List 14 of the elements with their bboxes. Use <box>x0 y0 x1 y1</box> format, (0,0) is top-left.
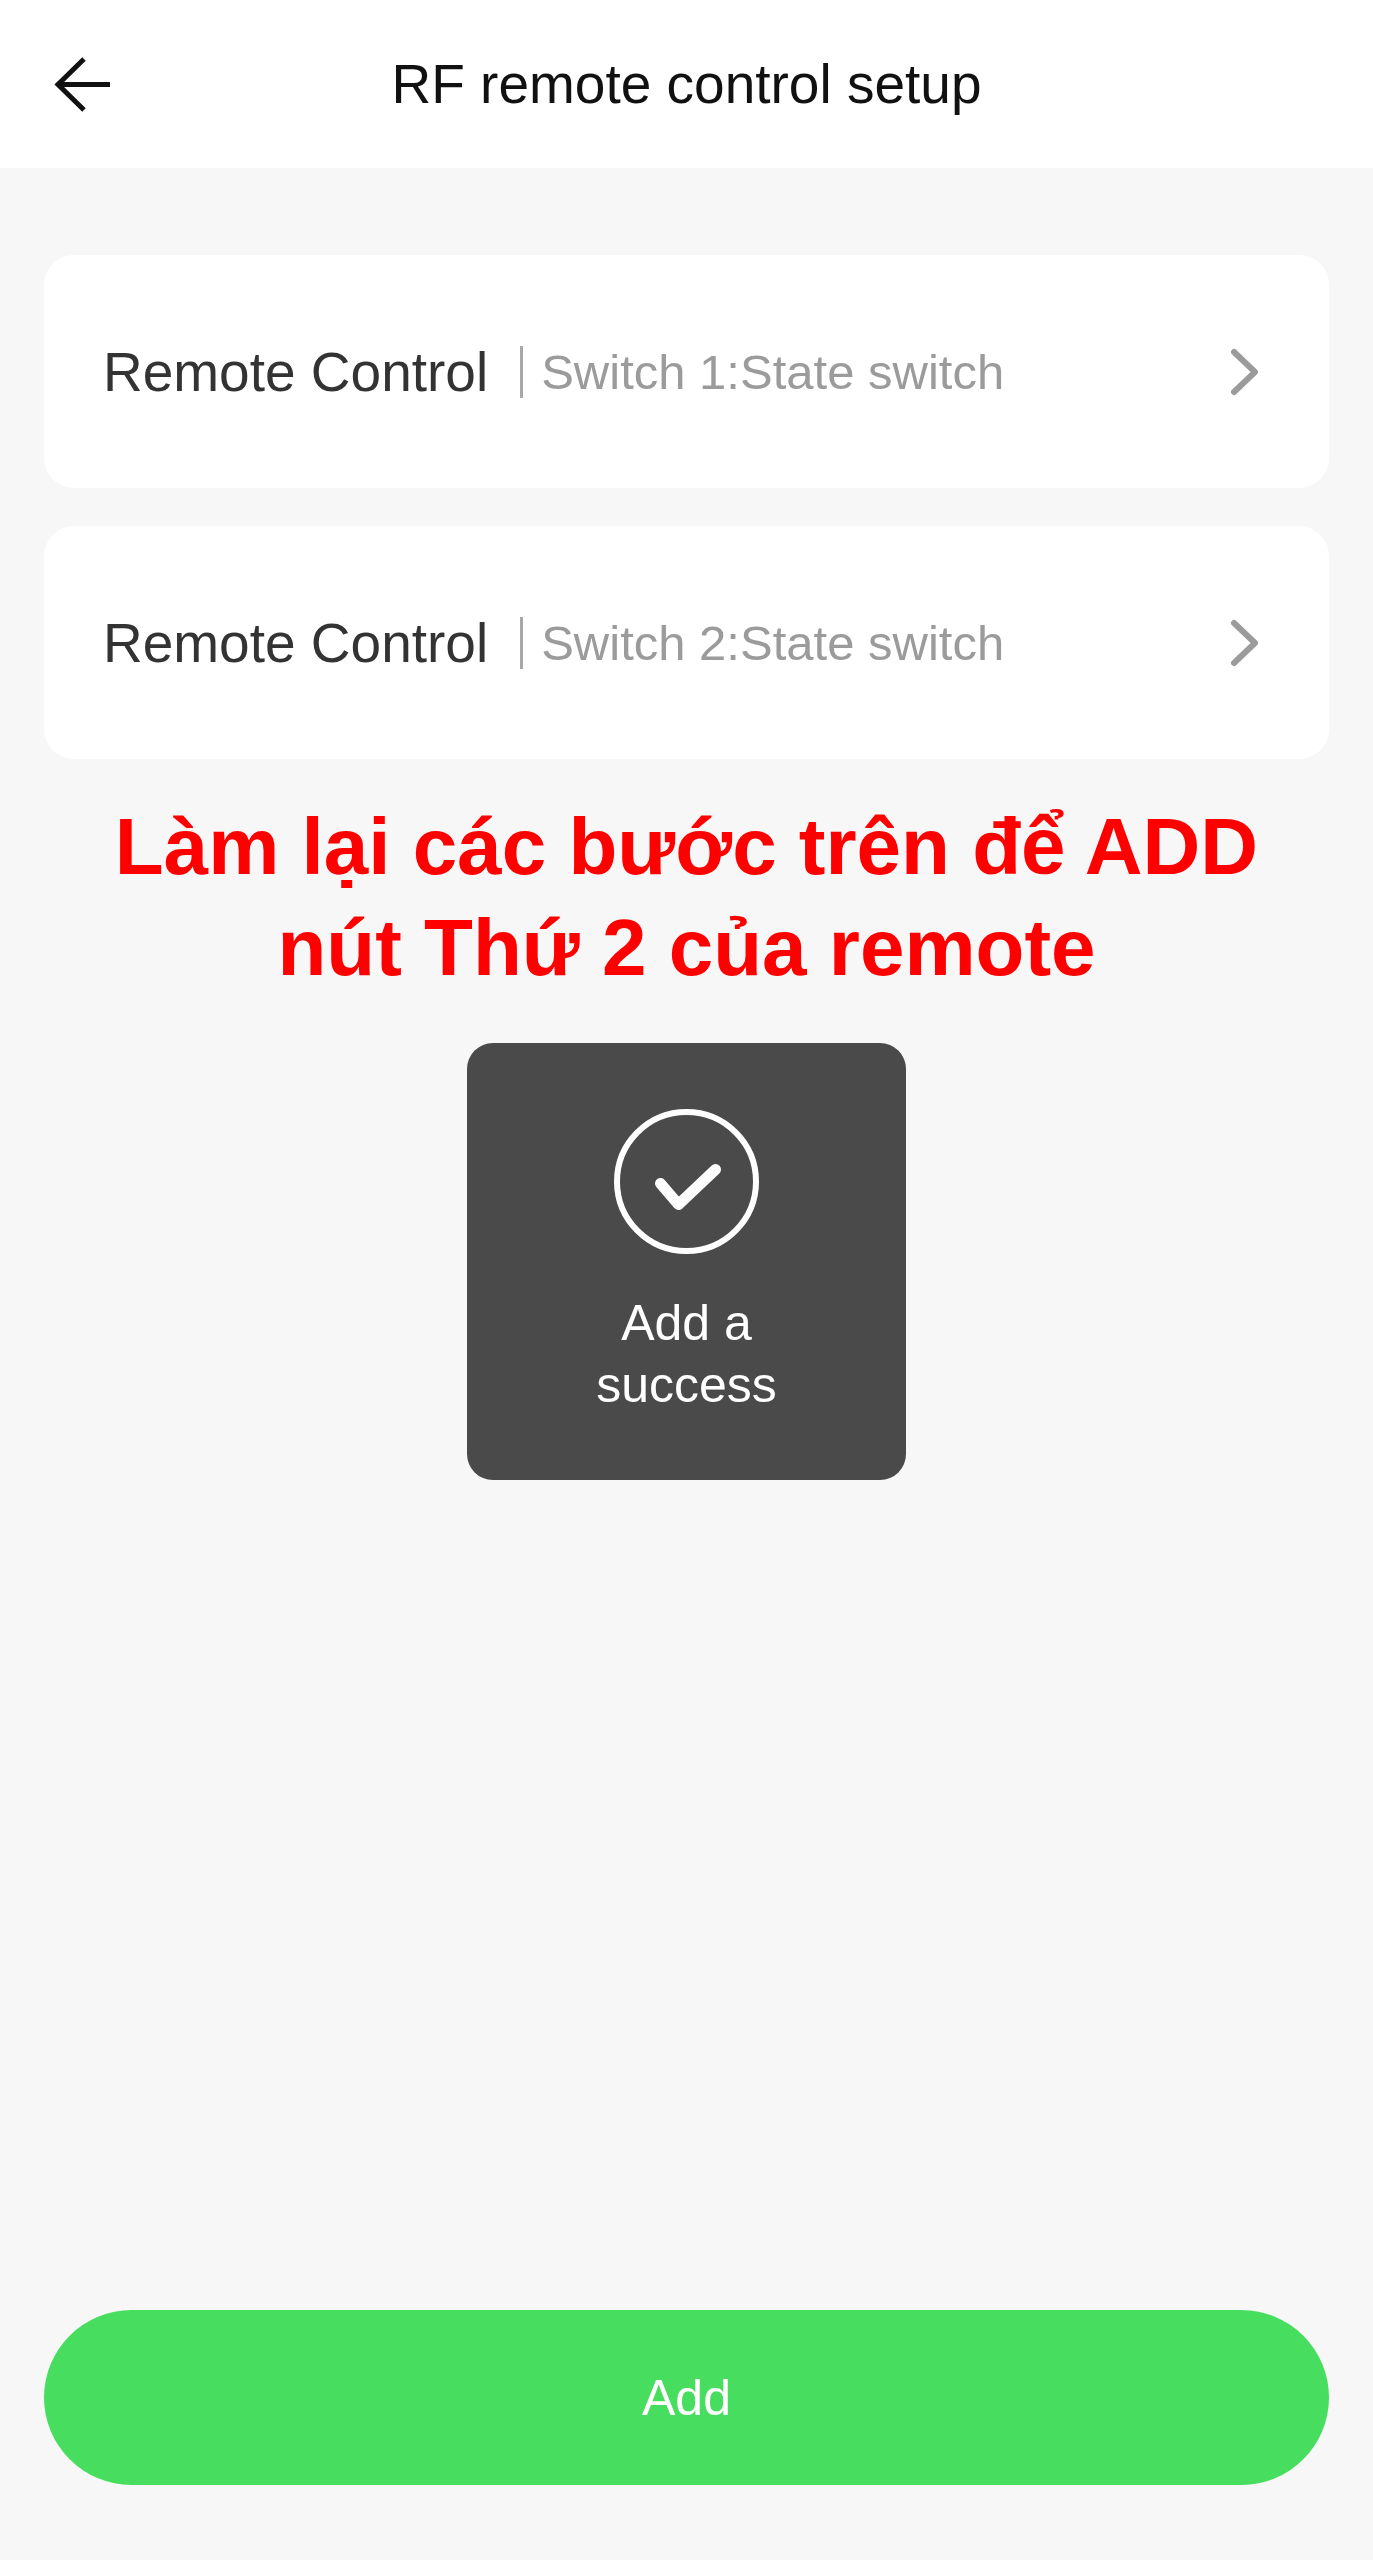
switch-detail: Switch 1:State switch <box>541 343 1005 400</box>
switch-detail: Switch 2:State switch <box>541 614 1005 671</box>
remote-list-item[interactable]: Remote Control Switch 2:State switch <box>44 526 1329 759</box>
back-arrow-icon <box>54 55 112 113</box>
remote-name: Remote Control <box>103 339 489 404</box>
toast-message: Add a success <box>595 1294 778 1415</box>
back-button[interactable] <box>54 55 112 113</box>
screen-title: RF remote control setup <box>391 52 982 116</box>
remote-name: Remote Control <box>103 610 489 675</box>
chevron-right-icon <box>1230 618 1260 667</box>
instruction-text: Làm lại các bước trên để ADD nút Thứ 2 của remote <box>113 801 1260 994</box>
check-circle-icon <box>614 1109 759 1254</box>
chevron-right-icon <box>1230 347 1260 396</box>
remote-list-item[interactable]: Remote Control Switch 1:State switch <box>44 255 1329 488</box>
